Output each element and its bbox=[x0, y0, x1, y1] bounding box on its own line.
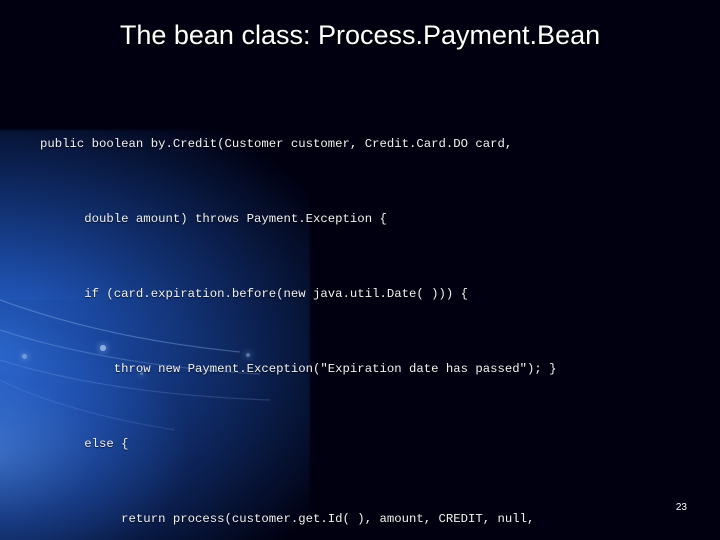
code-line: throw new Payment.Exception("Expiration … bbox=[40, 362, 557, 376]
code-line: else { bbox=[40, 437, 129, 451]
code-line: return process(customer.get.Id( ), amoun… bbox=[40, 512, 535, 526]
decorative-dot-2 bbox=[22, 354, 27, 359]
page-number: 23 bbox=[675, 502, 687, 513]
slide-canvas: The bean class: Process.Payment.Bean pub… bbox=[0, 0, 720, 540]
code-block: public boolean by.Credit(Customer custom… bbox=[40, 82, 700, 540]
code-line: public boolean by.Credit(Customer custom… bbox=[40, 137, 513, 151]
code-line: double amount) throws Payment.Exception … bbox=[40, 212, 387, 226]
code-line: if (card.expiration.before(new java.util… bbox=[40, 287, 469, 301]
page-title: The bean class: Process.Payment.Bean bbox=[119, 20, 601, 50]
